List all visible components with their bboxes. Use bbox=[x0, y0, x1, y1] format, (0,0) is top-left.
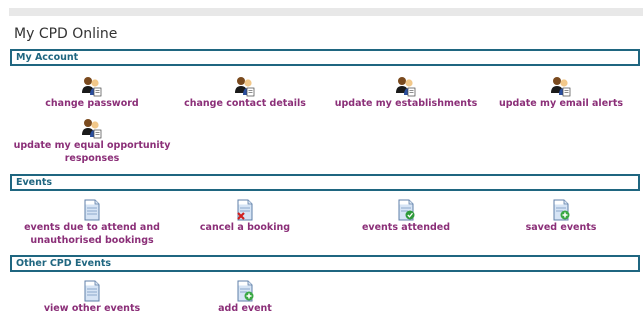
document-icon bbox=[84, 199, 100, 221]
users-icon bbox=[551, 77, 571, 97]
update-my-equal-opportunity-label: update my equal opportunity bbox=[13, 140, 171, 151]
section-header-events: Events bbox=[10, 174, 640, 191]
update-my-equal-opportunity-responses-link[interactable]: update my equal opportunity responses bbox=[7, 117, 177, 165]
change-password-link[interactable]: change password bbox=[7, 75, 177, 110]
update-my-email-alerts-link[interactable]: update my email alerts bbox=[476, 75, 643, 110]
events-attended-link[interactable]: events attended bbox=[321, 199, 491, 234]
section-header-other-cpd-events: Other CPD Events bbox=[10, 255, 640, 272]
view-other-events-link[interactable]: view other events bbox=[7, 280, 177, 315]
saved-events-label: saved events bbox=[525, 222, 597, 233]
change-contact-details-label: change contact details bbox=[184, 98, 306, 109]
add-event-label: add event bbox=[218, 303, 272, 314]
update-my-establishments-label: update my establishments bbox=[334, 98, 478, 109]
update-my-establishments-link[interactable]: update my establishments bbox=[321, 75, 491, 110]
saved-events-link[interactable]: saved events bbox=[476, 199, 643, 234]
document-add-icon bbox=[237, 280, 254, 302]
document-cancel-icon bbox=[237, 199, 253, 221]
document-icon bbox=[84, 280, 100, 302]
users-icon bbox=[235, 77, 255, 97]
users-icon bbox=[396, 77, 416, 97]
add-event-link[interactable]: add event bbox=[160, 280, 330, 315]
update-my-email-alerts-label: update my email alerts bbox=[498, 98, 624, 109]
events-due-to-attend-link[interactable]: events due to attend and unauthorised bo… bbox=[7, 199, 177, 247]
top-bar bbox=[9, 8, 643, 16]
document-add-icon bbox=[553, 199, 570, 221]
users-icon bbox=[82, 119, 102, 139]
events-attended-label: events attended bbox=[361, 222, 451, 233]
section-header-my-account: My Account bbox=[10, 49, 640, 66]
users-icon bbox=[82, 77, 102, 97]
change-contact-details-link[interactable]: change contact details bbox=[160, 75, 330, 110]
page-title: My CPD Online bbox=[14, 26, 118, 42]
events-due-to-attend-label-line2: unauthorised bookings bbox=[30, 235, 154, 246]
update-my-equal-opportunity-label-line2: responses bbox=[64, 153, 120, 164]
change-password-label: change password bbox=[45, 98, 139, 109]
cancel-a-booking-label: cancel a booking bbox=[199, 222, 291, 233]
cancel-a-booking-link[interactable]: cancel a booking bbox=[160, 199, 330, 234]
events-due-to-attend-label: events due to attend and bbox=[24, 222, 160, 233]
view-other-events-label: view other events bbox=[43, 303, 141, 314]
document-check-icon bbox=[398, 199, 415, 221]
